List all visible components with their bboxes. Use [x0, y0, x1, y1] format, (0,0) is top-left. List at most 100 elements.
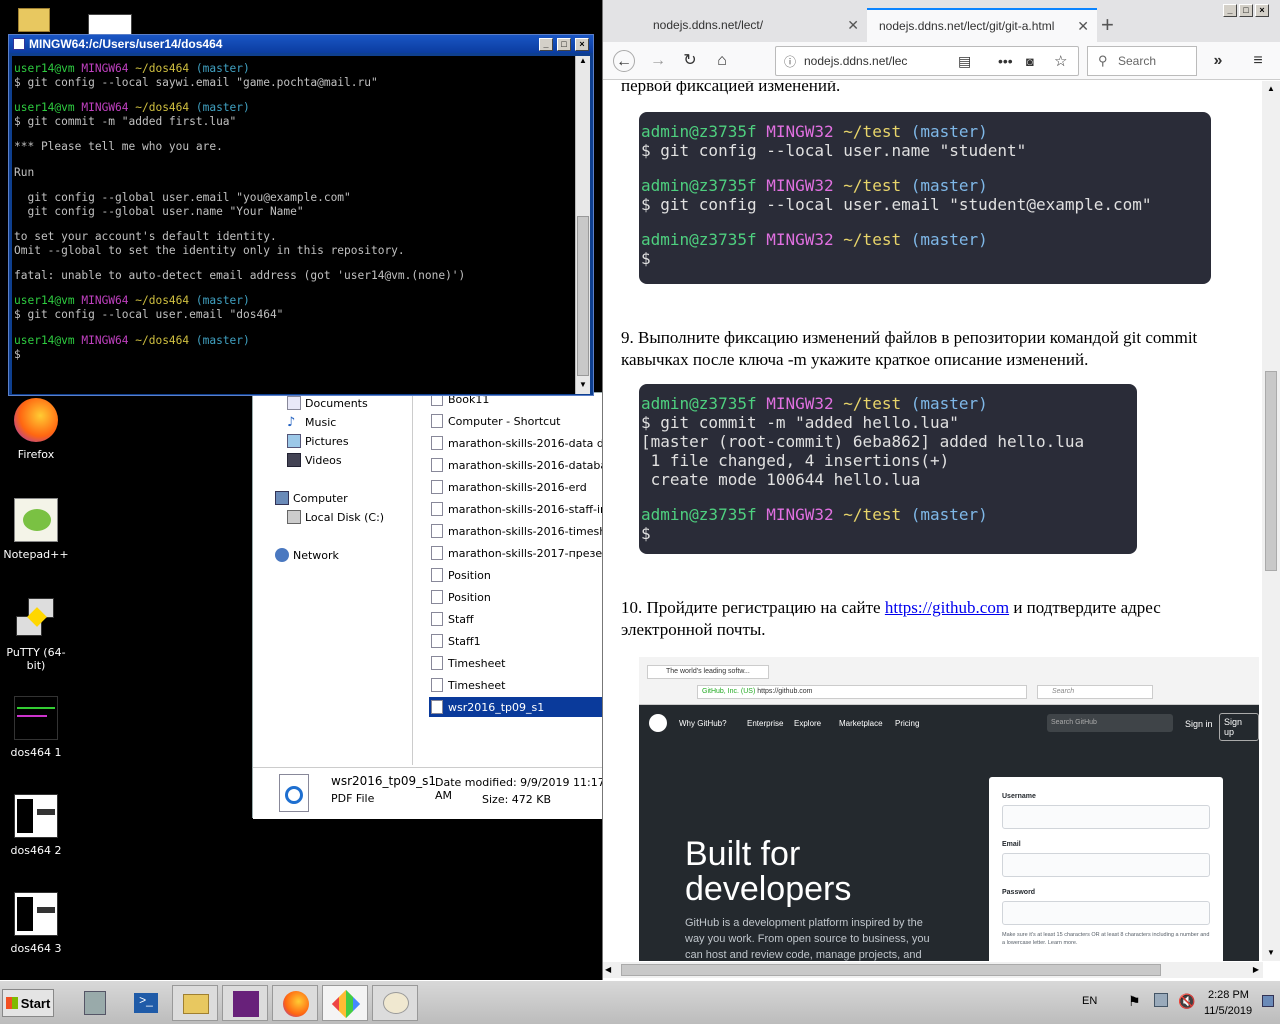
tab-close-icon[interactable]: ✕ — [847, 17, 859, 34]
volume-muted-icon[interactable]: 🔇 — [1178, 993, 1195, 1010]
overflow-menu-icon[interactable]: » — [1207, 50, 1229, 72]
firefox-window: nodejs.ddns.net/lect/ ✕ nodejs.ddns.net/… — [602, 0, 1280, 980]
scroll-right-arrow-icon[interactable]: ▶ — [1253, 962, 1259, 978]
page-horizontal-scrollbar[interactable]: ◀ ▶ — [603, 962, 1263, 978]
page-vertical-scrollbar[interactable]: ▲ ▼ — [1262, 81, 1280, 961]
desktop-icon-putty[interactable]: PuTTY (64-bit) — [0, 596, 72, 672]
maximize-button[interactable]: □ — [557, 37, 571, 51]
output-line: $ git config --local user.email "dos464" — [14, 308, 584, 322]
output-segment: admin@z3735f — [641, 505, 757, 524]
taskbar-powershell-icon[interactable]: >_ — [122, 985, 168, 1021]
page-actions-icon[interactable]: ••• — [998, 53, 1013, 69]
window-icon[interactable] — [88, 14, 132, 36]
reload-button[interactable]: ↻ — [679, 50, 701, 72]
file-item[interactable]: marathon-skills-2017-презента — [431, 543, 605, 563]
terminal-output[interactable]: user14@vm MINGW64 ~/dos464 (master) $ git… — [12, 56, 584, 394]
folder-icon[interactable] — [18, 8, 50, 32]
file-item[interactable]: wsr2016_tp09_s1 — [429, 697, 605, 717]
scrollbar-thumb[interactable] — [1265, 371, 1277, 571]
desktop-icon-dos464-1[interactable]: dos464 1 — [0, 696, 72, 759]
github-sign-in: Sign in — [1185, 719, 1213, 729]
scroll-down-arrow-icon[interactable]: ▼ — [1262, 945, 1280, 961]
start-button[interactable]: Start — [2, 989, 54, 1017]
scroll-up-arrow-icon[interactable]: ▲ — [1262, 81, 1280, 97]
scrollbar-thumb[interactable] — [577, 216, 589, 376]
scroll-up-arrow-icon[interactable]: ▲ — [576, 56, 590, 70]
nav-item-local-disk[interactable]: Local Disk (C:) — [287, 510, 384, 524]
output-line: $ git config --local saywi.email "game.p… — [14, 76, 584, 90]
nav-item-pictures[interactable]: Pictures — [287, 434, 349, 448]
github-link[interactable]: https://github.com — [885, 598, 1009, 617]
file-item[interactable]: marathon-skills-2016-data dictio — [431, 433, 605, 453]
hamburger-menu-icon[interactable]: ≡ — [1247, 50, 1269, 72]
github-headline-2: developers — [685, 870, 852, 908]
nav-label: Network — [293, 548, 339, 562]
file-item[interactable]: Computer - Shortcut — [431, 411, 605, 431]
clock-time[interactable]: 2:28 PM — [1208, 989, 1249, 1001]
url-bar[interactable]: ⓘ nodejs.ddns.net/lec ▤ ••• ◙ ☆ — [775, 46, 1079, 76]
tab-git-a[interactable]: nodejs.ddns.net/lect/git/git-a.html ✕ — [867, 8, 1097, 42]
output-line: $ git commit -m "added first.lua" — [14, 115, 584, 129]
taskbar-git-icon[interactable] — [322, 985, 368, 1021]
minimize-button[interactable]: _ — [539, 37, 553, 51]
nav-item-computer[interactable]: Computer — [275, 491, 348, 505]
desktop-icon-dos464-3[interactable]: dos464 3 — [0, 892, 72, 955]
desktop-icon-label: PuTTY (64-bit) — [6, 646, 66, 672]
browser-close-button[interactable]: × — [1255, 4, 1269, 17]
file-name: Position — [448, 590, 491, 604]
taskbar-explorer-icon[interactable] — [172, 985, 218, 1021]
desktop-icon-firefox[interactable]: Firefox — [0, 398, 72, 461]
github-blurb-3: can host and review code, manage project… — [685, 949, 922, 961]
bookmark-star-icon[interactable]: ☆ — [1054, 52, 1067, 70]
file-item[interactable]: Timesheet — [431, 653, 605, 673]
nav-item-videos[interactable]: Videos — [287, 453, 342, 467]
desktop-icon-dos464-2[interactable]: dos464 2 — [0, 794, 72, 857]
mingw-terminal-window[interactable]: MINGW64:/c/Users/user14/dos464 _ □ × use… — [8, 34, 594, 396]
desktop-icon-notepadpp[interactable]: Notepad++ — [0, 498, 72, 561]
taskbar-server-manager-icon[interactable] — [72, 985, 118, 1021]
file-item[interactable]: Staff — [431, 609, 605, 629]
search-box[interactable]: ⚲ Search — [1087, 46, 1197, 76]
show-desktop-icon[interactable] — [1262, 995, 1274, 1007]
pocket-icon[interactable]: ◙ — [1026, 54, 1034, 69]
github-signup-form: Username Email Password Make sure it's a… — [989, 777, 1223, 961]
nav-item-documents[interactable]: Documents — [287, 396, 368, 410]
file-item[interactable]: Position — [431, 565, 605, 585]
back-button[interactable]: ← — [613, 50, 635, 72]
forward-button[interactable]: → — [647, 50, 669, 72]
output-segment: MINGW32 — [756, 505, 834, 524]
browser-maximize-button[interactable]: □ — [1239, 4, 1253, 17]
language-indicator[interactable]: EN — [1082, 995, 1097, 1007]
github-nav-item: Pricing — [895, 719, 920, 728]
browser-minimize-button[interactable]: _ — [1223, 4, 1237, 17]
file-item[interactable]: marathon-skills-2016-erd — [431, 477, 605, 497]
file-item[interactable]: Timesheet — [431, 675, 605, 695]
nav-item-network[interactable]: Network — [275, 548, 339, 562]
new-tab-icon[interactable]: + — [1101, 12, 1114, 38]
reader-view-icon[interactable]: ▤ — [958, 53, 971, 70]
network-tray-icon[interactable] — [1154, 993, 1168, 1007]
nav-item-music[interactable]: ♪ Music — [287, 415, 336, 430]
clock-date[interactable]: 11/5/2019 — [1204, 1005, 1252, 1017]
file-item[interactable]: marathon-skills-2016-timesheet — [431, 521, 605, 541]
terminal-scrollbar[interactable]: ▲ ▼ — [575, 56, 590, 394]
file-item[interactable]: marathon-skills-2016-database- — [431, 455, 605, 475]
tab-close-icon[interactable]: ✕ — [1077, 18, 1089, 35]
taskbar-visual-studio-icon[interactable] — [222, 985, 268, 1021]
scroll-left-arrow-icon[interactable]: ◀ — [605, 962, 611, 978]
close-button[interactable]: × — [575, 37, 589, 51]
home-button[interactable]: ⌂ — [711, 50, 733, 72]
terminal-titlebar[interactable]: MINGW64:/c/Users/user14/dos464 _ □ × — [9, 35, 593, 53]
output-line: user14@vm MINGW64 ~/dos464 (master) — [14, 334, 584, 348]
hscrollbar-thumb[interactable] — [621, 964, 1161, 976]
file-item[interactable]: Staff1 — [431, 631, 605, 651]
scroll-down-arrow-icon[interactable]: ▼ — [576, 380, 590, 394]
file-item[interactable]: Position — [431, 587, 605, 607]
taskbar-paint-icon[interactable] — [372, 985, 418, 1021]
github-screenshot: The world's leading softw... GitHub, Inc… — [639, 657, 1259, 961]
taskbar-firefox-icon[interactable] — [272, 985, 318, 1021]
tab-lect[interactable]: nodejs.ddns.net/lect/ ✕ — [641, 8, 867, 42]
flag-icon[interactable]: ⚑ — [1128, 993, 1141, 1010]
file-item[interactable]: marathon-skills-2016-staff-impo — [431, 499, 605, 519]
